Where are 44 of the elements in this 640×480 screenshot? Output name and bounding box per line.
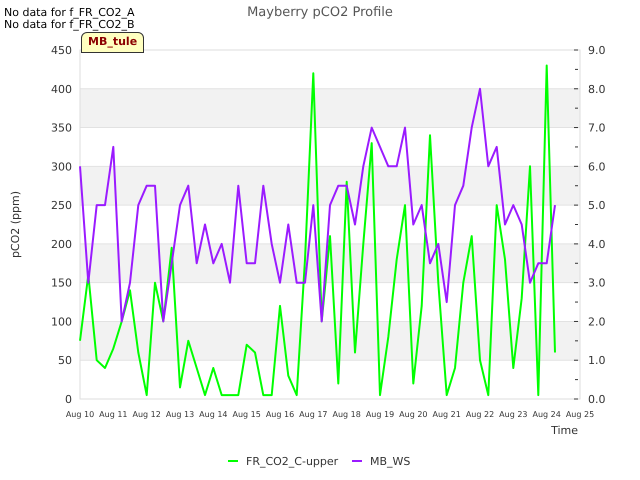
- x-tick-label: Aug 24: [532, 410, 561, 419]
- y2-tick-label: 3.0: [588, 276, 606, 290]
- no-data-note: No data for f_FR_CO2_A: [4, 7, 135, 19]
- x-tick-label: Aug 14: [199, 410, 228, 419]
- x-tick-label: Aug 11: [99, 410, 128, 419]
- x-tick-label: Aug 18: [332, 410, 361, 419]
- x-tick-label: Aug 10: [66, 410, 94, 419]
- y-tick-label: 150: [51, 276, 72, 290]
- y2-tick-label: 5.0: [588, 199, 606, 212]
- x-tick-label: Aug 16: [266, 410, 294, 419]
- y2-tick-label: 1.0: [588, 354, 606, 368]
- y-axis-label: pCO2 (ppm): [9, 190, 22, 258]
- x-tick-label: Aug 20: [399, 410, 428, 419]
- x-tick-label: Aug 13: [166, 410, 194, 419]
- no-data-note: No data for f_FR_CO2_B: [4, 19, 135, 31]
- x-tick-label: Aug 19: [366, 410, 394, 419]
- legend-label: FR_CO2_C-upper: [246, 455, 338, 468]
- y-tick-label: 50: [58, 354, 72, 368]
- y2-tick-label: 2.0: [588, 315, 606, 328]
- y-tick-label: 250: [51, 199, 72, 212]
- x-tick-label: Aug 25: [566, 410, 594, 419]
- legend-label: MB_WS: [370, 455, 410, 468]
- x-tick-label: Aug 17: [299, 410, 328, 419]
- x-tick-label: Aug 12: [132, 410, 161, 419]
- y2-tick-label: 7.0: [588, 122, 606, 135]
- y-tick-label: 350: [51, 122, 72, 135]
- x-axis-label: Time: [551, 424, 578, 437]
- site-label: MB_tule: [81, 32, 144, 52]
- x-tick-label: Aug 23: [499, 410, 528, 419]
- y2-tick-label: 4.0: [588, 238, 606, 251]
- y2-tick-label: 6.0: [588, 160, 606, 174]
- chart-title: Mayberry pCO2 Profile: [247, 5, 393, 20]
- y-tick-label: 0: [65, 393, 72, 406]
- y-tick-label: 200: [51, 238, 72, 251]
- y2-tick-label: 8.0: [588, 82, 606, 96]
- y2-tick-label: 9.0: [588, 44, 606, 57]
- y-tick-label: 300: [51, 160, 72, 174]
- y-tick-label: 100: [51, 315, 72, 328]
- x-tick-label: Aug 15: [232, 410, 261, 419]
- x-tick-label: Aug 22: [466, 410, 494, 419]
- x-tick-label: Aug 21: [432, 410, 461, 419]
- y-tick-label: 400: [51, 82, 72, 96]
- y2-tick-label: 0.0: [588, 393, 606, 406]
- y-tick-label: 450: [51, 44, 72, 57]
